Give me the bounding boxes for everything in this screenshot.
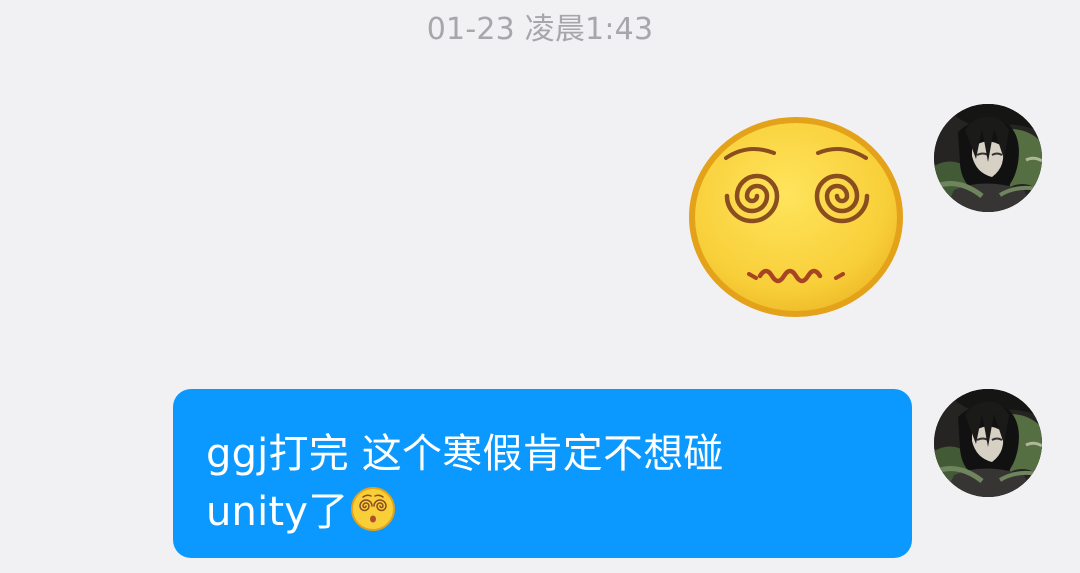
message-timestamp: 01-23 凌晨1:43	[426, 12, 654, 47]
anime-character-avatar-icon	[934, 389, 1042, 497]
dizzy-face-emoji-icon	[689, 117, 903, 317]
user-avatar[interactable]	[934, 104, 1042, 212]
message-text-line: unity了	[206, 483, 882, 541]
user-avatar[interactable]	[934, 389, 1042, 497]
dizzy-face-sticker[interactable]	[688, 116, 904, 320]
message-bubble[interactable]: ggj打完 这个寒假肯定不想碰 unity了	[173, 389, 912, 558]
message-text-segment: unity了	[206, 489, 349, 535]
chat-screen: 01-23 凌晨1:43 ggj打完 这个寒假肯定不想碰 unity了	[0, 0, 1080, 573]
anime-character-avatar-icon	[934, 104, 1042, 212]
message-text-line: ggj打完 这个寒假肯定不想碰	[206, 431, 724, 477]
dizzy-face-emoji-icon	[350, 486, 396, 532]
